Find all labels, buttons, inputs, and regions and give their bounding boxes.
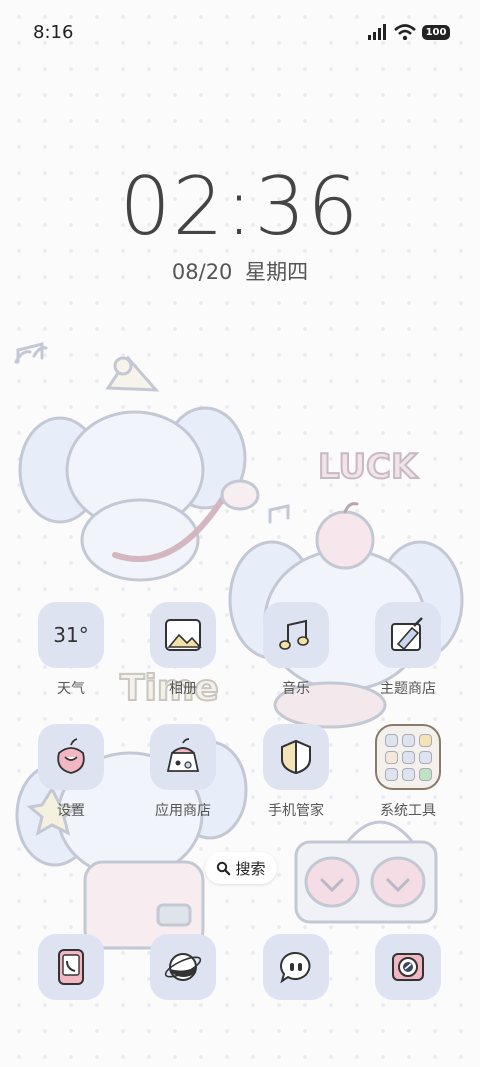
app-label-music: 音乐 <box>282 681 310 697</box>
folder-icon <box>375 724 441 790</box>
dock-messages[interactable] <box>241 934 351 1000</box>
dock-browser[interactable] <box>128 934 238 1000</box>
folder-mini-app <box>401 733 415 747</box>
app-tile-music <box>263 602 329 668</box>
folder-mini-app <box>401 750 415 764</box>
folder-mini-app <box>401 767 415 781</box>
folder-mini-app <box>418 767 432 781</box>
app-label-weather: 天气 <box>57 681 85 697</box>
browser-planet-icon <box>164 953 202 981</box>
folder-mini-app <box>384 750 398 764</box>
status-icons: 100 <box>368 24 450 40</box>
app-label-phone-manager: 手机管家 <box>268 803 324 819</box>
theme-brush-icon <box>391 617 423 651</box>
folder-preview-grid <box>384 733 432 781</box>
app-tile-settings <box>38 724 104 790</box>
folder-mini-app <box>418 733 432 747</box>
battery-indicator: 100 <box>422 24 450 40</box>
app-tile-app-store <box>150 724 216 790</box>
signal-icon <box>368 24 386 40</box>
search-label: 搜索 <box>235 859 266 878</box>
app-tile-theme-store <box>375 602 441 668</box>
app-store-pudding-icon <box>166 738 200 772</box>
search-button[interactable]: 搜索 <box>205 852 277 884</box>
app-label-app-store: 应用商店 <box>155 803 211 819</box>
dock-tile-messages <box>263 934 329 1000</box>
app-app-store[interactable]: 应用商店 <box>128 724 238 820</box>
app-settings[interactable]: 设置 <box>16 724 126 820</box>
app-tile-phone-manager <box>263 724 329 790</box>
dock-tile-camera <box>375 934 441 1000</box>
app-tile-gallery <box>150 602 216 668</box>
dock-tile-phone <box>38 934 104 1000</box>
app-label-theme-store: 主题商店 <box>380 681 436 697</box>
luck-text: LUCK <box>318 447 419 487</box>
music-note-icon <box>279 619 309 650</box>
status-bar: 8:16 100 <box>0 0 480 66</box>
clock-widget[interactable]: 02:36 <box>0 162 480 252</box>
folder-mini-app <box>418 750 432 764</box>
photo-album-icon <box>165 619 202 651</box>
app-label-system-tools: 系统工具 <box>380 803 436 819</box>
weather-temperature: 31° <box>53 623 89 647</box>
settings-apple-icon <box>57 738 85 774</box>
app-label-gallery: 相册 <box>169 681 197 697</box>
folder-mini-app <box>384 767 398 781</box>
status-time: 8:16 <box>33 22 74 43</box>
date-value: 08/20 <box>171 260 233 284</box>
weekday-value: 星期四 <box>245 260 309 284</box>
folder-mini-app <box>384 733 398 747</box>
shield-icon <box>281 739 311 775</box>
dock-camera[interactable] <box>353 934 463 1000</box>
search-icon <box>217 861 231 875</box>
date-label: 08/20 星期四 <box>0 256 480 286</box>
messages-bubble-icon <box>280 951 311 984</box>
dock-phone[interactable] <box>16 934 126 1000</box>
dock-tile-browser <box>150 934 216 1000</box>
app-music[interactable]: 音乐 <box>241 602 351 698</box>
phone-icon <box>58 949 84 985</box>
app-phone-manager[interactable]: 手机管家 <box>241 724 351 820</box>
app-system-tools-folder[interactable]: 系统工具 <box>353 724 463 820</box>
wifi-icon <box>394 24 416 40</box>
app-gallery[interactable]: 相册 <box>128 602 238 698</box>
app-label-settings: 设置 <box>57 803 85 819</box>
app-weather[interactable]: 31° 天气 <box>16 602 126 698</box>
app-theme-store[interactable]: 主题商店 <box>353 602 463 698</box>
weather-icon: 31° <box>38 602 104 668</box>
camera-icon <box>392 953 424 981</box>
